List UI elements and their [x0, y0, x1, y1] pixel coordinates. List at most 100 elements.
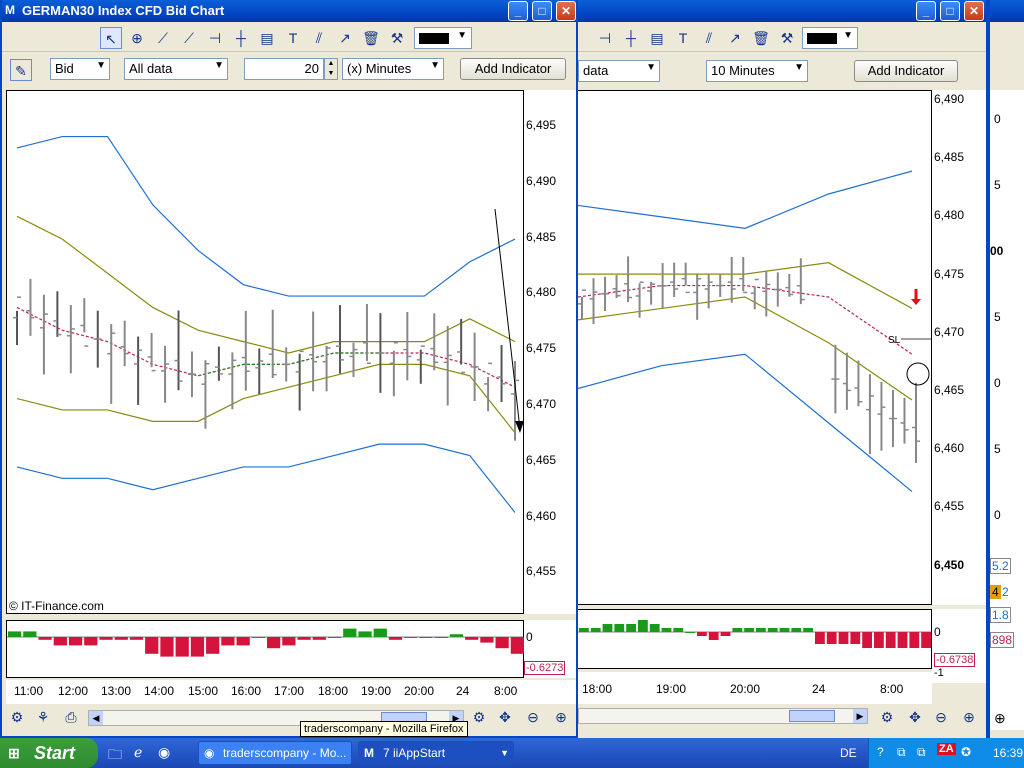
print-icon[interactable]: ⎙: [60, 706, 82, 728]
help-icon[interactable]: ?: [877, 745, 884, 759]
y-tick-label: 6,490: [934, 92, 965, 106]
horizontal-line-icon[interactable]: ⊣: [594, 27, 616, 49]
osc-bar: [267, 637, 281, 649]
maximize-button[interactable]: □: [532, 1, 552, 21]
fibonacci-icon[interactable]: ▤: [256, 27, 278, 49]
language-indicator[interactable]: DE: [840, 746, 857, 760]
data-range-select[interactable]: All data ▼: [124, 58, 228, 80]
ie-icon[interactable]: ℯ: [134, 744, 142, 761]
zoom-fit-icon[interactable]: ✥: [494, 706, 516, 728]
cursor-icon[interactable]: ↖: [100, 27, 122, 49]
arrow-line-icon[interactable]: ↗: [334, 27, 356, 49]
zoom-in-icon[interactable]: ⊕: [994, 710, 1006, 727]
taskbar-button-firefox[interactable]: ◉ traderscompany - Mo...: [198, 741, 352, 765]
y-tick-label: 6,460: [526, 508, 557, 523]
text-icon[interactable]: T: [672, 27, 694, 49]
trendline-icon[interactable]: ⟋: [152, 27, 174, 49]
folder-icon[interactable]: 🗀: [108, 744, 122, 768]
horizontal-line-icon[interactable]: ⊣: [204, 27, 226, 49]
background-window-fragment: 0 5 00 5 0 5 0 5.2 4 2 1.8 898 ⊕: [988, 0, 1024, 738]
scroll-thumb[interactable]: [789, 710, 835, 722]
network-icon[interactable]: ⧉: [897, 745, 906, 760]
zoom-out-icon[interactable]: ⊖: [522, 706, 544, 728]
ray-line-icon[interactable]: ⟋: [178, 27, 200, 49]
taskbar-button-iiapp[interactable]: M 7 iiAppStart ▼: [358, 741, 514, 765]
close-button[interactable]: ✕: [964, 1, 984, 21]
y-tick-label: 6,450: [934, 557, 965, 572]
price-type-select[interactable]: Bid ▼: [50, 58, 110, 80]
right-scroll-row: ▶ ⚙ ✥ ⊖ ⊕: [578, 704, 986, 730]
right-price-chart[interactable]: SL: [578, 90, 932, 605]
zoom-crosshair-icon[interactable]: ⊕: [126, 27, 148, 49]
interval-stepper[interactable]: ▲ ▼: [324, 58, 338, 80]
maximize-button[interactable]: □: [940, 1, 960, 21]
right-oscillator-panel[interactable]: [578, 609, 932, 669]
zoom-in-icon[interactable]: ⊕: [958, 706, 980, 728]
trash-icon[interactable]: 🗑: [360, 27, 382, 49]
zoom-in-icon[interactable]: ⊕: [550, 706, 572, 728]
chart-style-icon[interactable]: ✎: [10, 59, 32, 81]
scroll-right-arrow-icon[interactable]: ▶: [853, 709, 867, 723]
color-swatch: [419, 33, 449, 44]
tools-icon[interactable]: ⚒: [776, 27, 798, 49]
minimize-button[interactable]: _: [508, 1, 528, 21]
copyright-label: © IT-Finance.com: [9, 599, 104, 613]
chevron-down-icon: ▼: [214, 60, 224, 71]
color-picker[interactable]: ▼: [802, 27, 858, 49]
chart-properties-icon[interactable]: ⚙: [876, 706, 898, 728]
fibonacci-icon[interactable]: ▤: [646, 27, 668, 49]
arrowhead-icon: [515, 421, 524, 433]
y-tick-label: 6,480: [934, 208, 965, 223]
color-picker[interactable]: ▼: [414, 27, 472, 49]
osc-bar: [190, 637, 205, 657]
left-chart-window: M GERMAN30 Index CFD Bid Chart _ □ ✕ ↖ ⊕…: [0, 0, 578, 738]
fragment-label: 5: [994, 178, 1001, 192]
left-osc-axis: 0 -0.6273: [524, 620, 576, 678]
firefox-icon: ◉: [204, 746, 215, 760]
left-price-chart[interactable]: © IT-Finance.com: [6, 90, 524, 614]
left-oscillator-panel[interactable]: [6, 620, 525, 678]
tools-icon[interactable]: ⚒: [386, 27, 408, 49]
interval-select[interactable]: 10 Minutes ▼: [706, 60, 808, 82]
right-titlebar: _ □ ✕: [578, 0, 986, 22]
right-chart-window: _ □ ✕ ⊣ ┼ ▤ T ⫽ ↗ 🗑 ⚒ ▼ data ▼ 10 Minutes…: [578, 0, 988, 738]
osc-bar: [874, 632, 884, 648]
chart-type-icon[interactable]: ⚙: [468, 706, 490, 728]
horizontal-scrollbar[interactable]: ▶: [578, 708, 868, 724]
osc-zero-label: 0: [526, 630, 533, 644]
y-tick-label: 6,465: [934, 383, 965, 397]
trash-icon[interactable]: 🗑: [750, 27, 772, 49]
channel-icon[interactable]: ⫽: [698, 27, 720, 49]
indicator-settings-icon[interactable]: ⚘: [32, 706, 54, 728]
osc-bar: [909, 632, 920, 648]
vertical-line-icon[interactable]: ┼: [620, 27, 642, 49]
channel-icon[interactable]: ⫽: [308, 27, 330, 49]
network-icon[interactable]: ⧉: [917, 745, 926, 760]
interval-unit-select[interactable]: (x) Minutes ▼: [342, 58, 444, 80]
security-icon[interactable]: ZA: [937, 743, 956, 755]
minimize-button[interactable]: _: [916, 1, 936, 21]
right-osc-axis: 0 -0.6738: [932, 609, 986, 669]
vertical-line-icon[interactable]: ┼: [230, 27, 252, 49]
zoom-fit-icon[interactable]: ✥: [904, 706, 926, 728]
firefox-icon[interactable]: ◉: [158, 744, 170, 761]
osc-bar: [236, 637, 250, 646]
scroll-left-arrow-icon[interactable]: ◀: [89, 711, 103, 725]
add-indicator-button[interactable]: Add Indicator: [460, 58, 566, 80]
osc-bar: [626, 624, 636, 632]
left-x-axis: 11:00 12:00 13:00 14:00 15:00 16:00 17:00 18:00…: [6, 680, 576, 704]
arrow-line-icon[interactable]: ↗: [724, 27, 746, 49]
start-button[interactable]: ⊞ Start: [0, 738, 98, 768]
add-indicator-button[interactable]: Add Indicator: [854, 60, 958, 82]
chart-properties-icon[interactable]: ⚙: [6, 706, 28, 728]
x-tick-label: 18:00: [318, 684, 349, 698]
zoom-out-icon[interactable]: ⊖: [930, 706, 952, 728]
x-tick-label: 24: [812, 682, 826, 696]
x-tick-label: 11:00: [14, 684, 44, 698]
data-range-select[interactable]: data ▼: [578, 60, 660, 82]
osc-bar: [480, 637, 494, 643]
interval-value-input[interactable]: 20: [244, 58, 324, 80]
close-button[interactable]: ✕: [556, 1, 576, 21]
text-icon[interactable]: T: [282, 27, 304, 49]
antivirus-icon[interactable]: ✪: [961, 745, 971, 759]
